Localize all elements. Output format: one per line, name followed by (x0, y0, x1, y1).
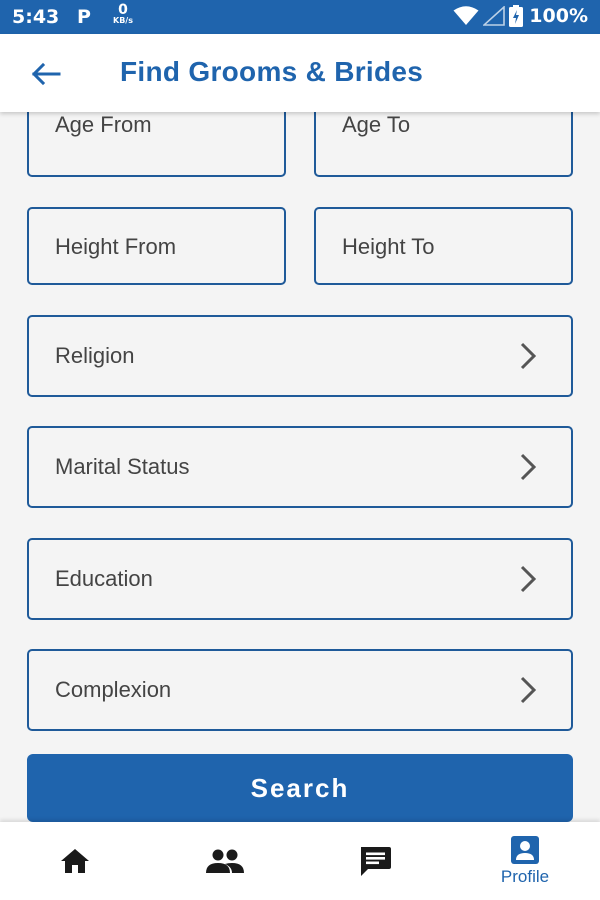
age-to-label: Age To (342, 112, 411, 137)
chevron-right-icon (520, 565, 537, 593)
profile-icon (510, 835, 540, 865)
height-from-field[interactable]: Height From (27, 207, 286, 285)
chevron-right-icon (520, 676, 537, 704)
net-speed: 0 KB/s (110, 3, 136, 25)
religion-label: Religion (55, 343, 135, 368)
people-icon (205, 848, 245, 874)
age-from-label: Age From (55, 112, 152, 137)
search-form: Age From Age To Height From Height To Re… (0, 112, 600, 822)
complexion-selector[interactable]: Complexion (27, 649, 573, 731)
message-icon (358, 845, 392, 877)
status-bar: 5:43 P 0 KB/s 100% (0, 0, 600, 34)
bottom-nav: Profile (0, 822, 600, 900)
age-to-field[interactable]: Age To (314, 112, 573, 177)
nav-profile[interactable]: Profile (450, 822, 600, 900)
arrow-left-icon (31, 62, 61, 86)
marital-status-selector[interactable]: Marital Status (27, 426, 573, 508)
religion-selector[interactable]: Religion (27, 315, 573, 397)
education-selector[interactable]: Education (27, 538, 573, 620)
age-from-field[interactable]: Age From (27, 112, 286, 177)
nav-people[interactable] (150, 822, 300, 900)
search-button[interactable]: Search (27, 754, 573, 822)
page-title: Find Grooms & Brides (120, 56, 424, 87)
net-speed-unit: KB/s (113, 16, 133, 25)
nav-home[interactable] (0, 822, 150, 900)
status-time: 5:43 (12, 6, 60, 28)
education-label: Education (55, 566, 153, 591)
net-speed-value: 0 (118, 2, 128, 18)
chevron-right-icon (520, 453, 537, 481)
back-button[interactable] (26, 54, 66, 94)
nav-profile-label: Profile (500, 867, 550, 886)
height-to-label: Height To (342, 234, 435, 259)
battery-percent: 100% (529, 5, 588, 27)
chevron-right-icon (520, 342, 537, 370)
height-from-label: Height From (55, 234, 177, 259)
nav-messages[interactable] (300, 822, 450, 900)
battery-icon (509, 5, 524, 27)
height-to-field[interactable]: Height To (314, 207, 573, 285)
signal-icon (483, 6, 506, 26)
marital-status-label: Marital Status (55, 454, 190, 479)
parking-icon: P (77, 6, 91, 28)
app-bar: Find Grooms & Brides (0, 34, 600, 112)
complexion-label: Complexion (55, 677, 172, 702)
wifi-icon (453, 6, 479, 25)
home-icon (59, 847, 91, 875)
